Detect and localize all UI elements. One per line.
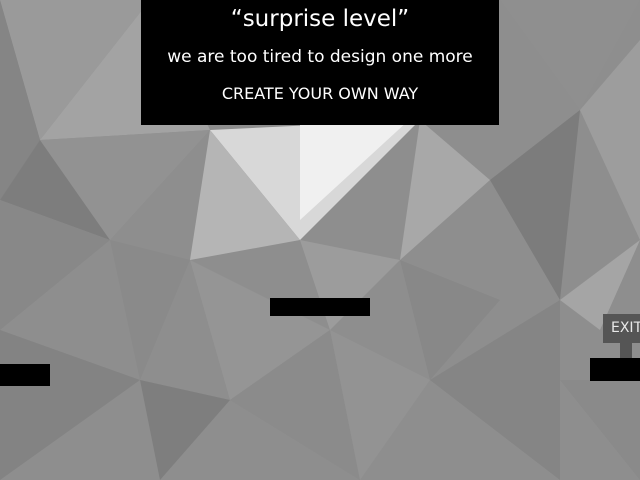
exit-sign-post: [620, 343, 632, 358]
left-platform: [0, 364, 50, 386]
level-title: “surprise level”: [230, 6, 410, 32]
title-panel: “surprise level” we are too tired to des…: [141, 0, 499, 125]
level-subtitle: we are too tired to design one more: [167, 47, 473, 67]
center-platform: [270, 298, 370, 316]
right-platform: [590, 358, 640, 381]
exit-sign[interactable]: EXIT: [603, 314, 640, 343]
level-instruction: CREATE YOUR OWN WAY: [221, 84, 419, 103]
